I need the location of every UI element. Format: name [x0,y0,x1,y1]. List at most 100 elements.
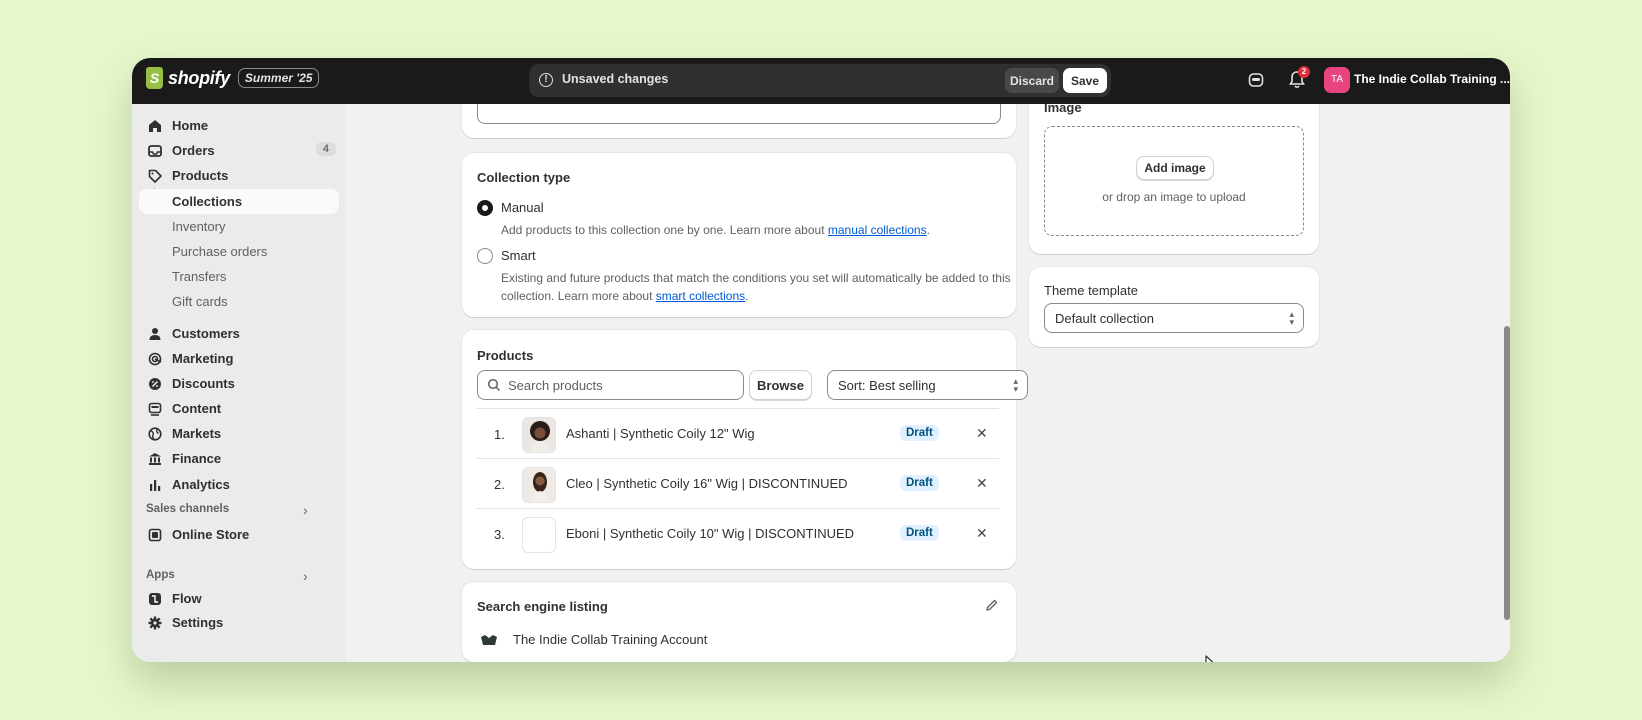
sort-value: Sort: Best selling [838,377,936,393]
search-placeholder: Search products [508,377,603,393]
sidebar-item-collections[interactable]: Collections [139,189,339,214]
search-products-input[interactable]: Search products [477,370,744,400]
sidebar-item-discounts[interactable]: Discounts [139,371,339,396]
image-dropzone[interactable]: Add image or drop an image to upload [1044,126,1304,236]
bar-chart-icon [147,477,163,493]
sidebar-item-flow[interactable]: Flow [139,586,339,611]
scrollbar-thumb[interactable] [1504,326,1510,620]
sidebar-item-orders[interactable]: Orders 4 [139,138,339,163]
sidebar-item-settings[interactable]: Settings [139,610,339,635]
remove-product-icon[interactable]: ✕ [976,475,988,492]
sidebar-item-products[interactable]: Products [139,163,339,188]
gear-icon [147,615,163,631]
sidebar-item-label: Finance [172,451,222,466]
sidebar-item-marketing[interactable]: Marketing [139,346,339,371]
seo-title: Search engine listing [477,599,608,614]
chevron-right-icon[interactable]: › [303,568,308,584]
browse-button[interactable]: Browse [749,370,812,400]
description-card [462,104,1016,138]
sidebar-item-home[interactable]: Home [139,113,339,138]
sidebar-item-label: Products [172,168,229,183]
search-icon [487,378,501,392]
manual-label[interactable]: Manual [501,200,544,215]
target-icon [147,351,163,367]
pencil-icon[interactable] [985,598,999,612]
inbox-icon [147,143,163,159]
product-name[interactable]: Eboni | Synthetic Coily 10" Wig | DISCON… [566,526,854,541]
smart-radio[interactable] [477,248,493,264]
product-row[interactable]: 2. Cleo | Synthetic Coily 16" Wig | DISC… [476,458,999,508]
shopify-bag-icon: S [146,67,163,89]
image-card-title: Image [1044,104,1082,115]
sidebar-item-label: Customers [172,326,240,341]
sidebar-item-gift-cards[interactable]: Gift cards [139,289,339,314]
product-name[interactable]: Cleo | Synthetic Coily 16" Wig | DISCONT… [566,476,848,491]
mouse-cursor-icon [1205,655,1214,662]
product-row[interactable]: 3. Eboni | Synthetic Coily 10" Wig | DIS… [476,508,999,558]
sidebar-item-markets[interactable]: Markets [139,421,339,446]
product-number: 3. [494,527,505,542]
sidebar-item-inventory[interactable]: Inventory [139,214,339,239]
sidebar-item-label: Marketing [172,351,234,366]
sidekick-icon[interactable] [1248,72,1264,88]
shopify-logo[interactable]: S shopify Summer '25 [146,67,320,89]
sidebar-item-purchase-orders[interactable]: Purchase orders [139,239,339,264]
sidebar-item-label: Settings [172,615,224,630]
store-favicon-icon [481,635,497,645]
app-window: S shopify Summer '25 ! Unsaved changes D… [132,58,1510,662]
content-icon [147,401,163,417]
add-image-button[interactable]: Add image [1136,156,1214,180]
smart-desc-text: collection. Learn more about [501,289,656,303]
select-arrows-icon: ▴ ▾ [1289,309,1294,327]
globe-icon [147,426,163,442]
select-arrows-icon: ▴ ▾ [1013,376,1018,394]
top-bar: S shopify Summer '25 ! Unsaved changes D… [132,58,1510,104]
smart-desc-line-2: collection. Learn more about smart colle… [501,287,1011,305]
discard-button[interactable]: Discard [1005,68,1059,93]
sidebar-item-finance[interactable]: Finance [139,446,339,471]
apps-title[interactable]: Apps [146,569,175,581]
status-badge: Draft [900,425,939,441]
smart-collections-link[interactable]: smart collections [656,289,745,303]
sidebar-item-label: Transfers [172,269,227,284]
edition-badge[interactable]: Summer '25 [237,68,320,88]
product-thumbnail [522,417,556,453]
theme-template-card: Theme template Default collection ▴ ▾ [1029,267,1319,347]
sales-channels-title[interactable]: Sales channels [146,503,229,515]
main-content: Collection type Manual Add products to t… [346,104,1510,662]
store-name[interactable]: The Indie Collab Training ... [1354,72,1510,86]
remove-product-icon[interactable]: ✕ [976,425,988,442]
sort-select[interactable]: Sort: Best selling ▴ ▾ [827,370,1028,400]
notification-count-badge: 2 [1298,66,1310,78]
sidebar-item-label: Discounts [172,376,235,391]
store-avatar[interactable]: TA [1324,67,1350,93]
sidebar-item-customers[interactable]: Customers [139,321,339,346]
store-icon [147,527,163,543]
seo-store-name: The Indie Collab Training Account [513,632,708,647]
chevron-right-icon[interactable]: › [303,502,308,518]
save-button[interactable]: Save [1063,68,1107,93]
sidebar-item-label: Home [172,118,209,133]
theme-template-select[interactable]: Default collection ▴ ▾ [1044,303,1304,333]
manual-collections-link[interactable]: manual collections [828,223,927,237]
collection-type-card: Collection type Manual Add products to t… [462,153,1016,317]
orders-count-badge: 4 [315,142,336,156]
sidebar-item-analytics[interactable]: Analytics [139,472,339,497]
smart-label[interactable]: Smart [501,248,536,263]
manual-radio[interactable] [477,200,493,216]
sidebar-item-transfers[interactable]: Transfers [139,264,339,289]
unsaved-changes-bar: ! Unsaved changes Discard Save [529,64,1111,97]
seo-card: Search engine listing The Indie Collab T… [462,582,1016,662]
sidebar-item-online-store[interactable]: Online Store [139,522,339,547]
manual-desc-text: Add products to this collection one by o… [501,223,828,237]
description-editor[interactable] [477,104,1001,124]
drop-image-text: or drop an image to upload [1102,190,1246,204]
product-row[interactable]: 1. Ashanti | Synthetic Coily 12" Wig Dra… [476,408,999,458]
product-name[interactable]: Ashanti | Synthetic Coily 12" Wig [566,426,755,441]
remove-product-icon[interactable]: ✕ [976,525,988,542]
discount-icon [147,376,163,392]
sidebar-item-content[interactable]: Content [139,396,339,421]
tag-icon [147,168,163,184]
products-card: Products Search products Browse Sort: Be… [462,330,1028,569]
products-title: Products [477,348,534,363]
